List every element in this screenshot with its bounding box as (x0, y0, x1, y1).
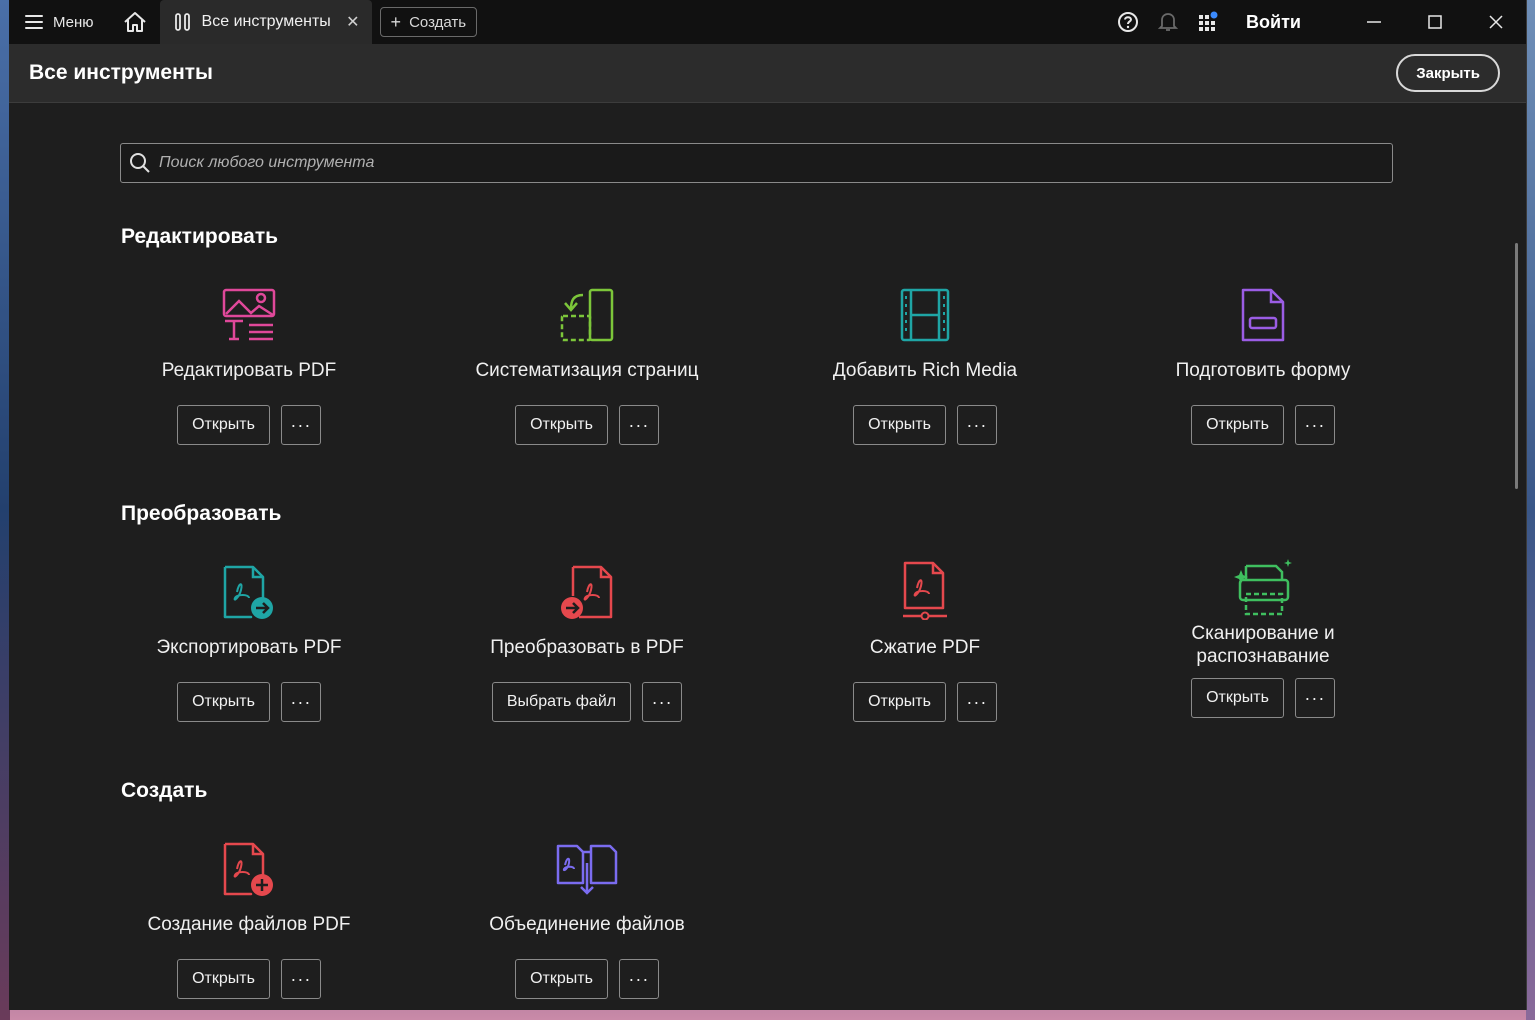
scan-ocr-icon (1234, 559, 1292, 616)
notifications-button[interactable] (1148, 0, 1188, 44)
tool-card-export-pdf: Экспортировать PDF Открыть ··· (99, 558, 399, 722)
more-options-button[interactable]: ··· (1294, 678, 1335, 718)
tool-label: Преобразовать в PDF (490, 637, 684, 658)
more-options-button[interactable]: ··· (956, 405, 997, 445)
export-pdf-icon (223, 565, 273, 619)
plus-icon: + (390, 12, 402, 32)
open-button[interactable]: Открыть (177, 405, 270, 445)
compress-pdf-icon (903, 561, 947, 620)
help-icon (1118, 12, 1139, 32)
maximize-button[interactable] (1404, 0, 1465, 44)
window-close-button[interactable] (1465, 0, 1526, 44)
home-button[interactable] (110, 0, 160, 44)
signin-button[interactable]: Войти (1228, 12, 1343, 33)
tool-card-edit-pdf: Редактировать PDF Открыть ··· (99, 281, 399, 445)
open-button[interactable]: Открыть (177, 959, 270, 999)
organize-pages-icon (560, 288, 614, 342)
panel-header: Все инструменты Закрыть (9, 44, 1526, 103)
combine-files-icon (556, 844, 618, 895)
create-button[interactable]: + Создать (379, 7, 478, 37)
tool-card-convert-to-pdf: Преобразовать в PDF Выбрать файл ··· (437, 558, 737, 722)
maximize-icon (1427, 15, 1442, 29)
create-label: Создать (409, 13, 467, 31)
tool-label: Подготовить форму (1175, 360, 1351, 381)
create-pdf-icon (223, 842, 273, 896)
convert-to-pdf-icon (561, 565, 613, 619)
help-button[interactable] (1108, 0, 1148, 44)
tool-card-compress-pdf: Сжатие PDF Открыть ··· (775, 558, 1075, 722)
tool-label: Объединение файлов (489, 914, 685, 935)
tool-card-rich-media: Добавить Rich Media Открыть ··· (775, 281, 1075, 445)
tool-card-prepare-form: Подготовить форму Открыть ··· (1113, 281, 1413, 445)
tab-close-icon[interactable]: ✕ (346, 12, 359, 32)
select-file-button[interactable]: Выбрать файл (491, 682, 632, 722)
apps-grid-icon (1199, 11, 1218, 31)
more-options-button[interactable]: ··· (618, 405, 659, 445)
more-options-button[interactable]: ··· (642, 682, 683, 722)
close-panel-button[interactable]: Закрыть (1396, 54, 1500, 92)
menu-label: Меню (53, 13, 94, 31)
open-button[interactable]: Открыть (1191, 678, 1284, 718)
section-title-convert: Преобразовать (121, 502, 282, 525)
tool-label: Сжатие PDF (869, 637, 981, 658)
tab-all-tools[interactable]: Все инструменты ✕ (159, 0, 372, 44)
open-button[interactable]: Открыть (177, 682, 270, 722)
minimize-icon (1366, 21, 1381, 23)
tool-label: Создание файлов PDF (147, 914, 351, 935)
home-icon (123, 12, 146, 32)
prepare-form-icon (1241, 288, 1285, 342)
edit-pdf-icon (222, 288, 276, 341)
app-window: Меню Все инструменты ✕ + Создать Войти В… (9, 0, 1527, 1010)
tools-content: Редактировать Редактировать PDF Открыть … (9, 103, 1526, 1009)
open-button[interactable]: Открыть (853, 405, 946, 445)
desktop-background-right (1526, 0, 1535, 1020)
more-options-button[interactable]: ··· (1294, 405, 1335, 445)
more-options-button[interactable]: ··· (280, 405, 321, 445)
tool-card-organize-pages: Систематизация страниц Открыть ··· (437, 281, 737, 445)
rich-media-icon (900, 288, 950, 342)
open-button[interactable]: Открыть (515, 405, 608, 445)
more-options-button[interactable]: ··· (280, 959, 321, 999)
tool-label: Добавить Rich Media (832, 360, 1018, 381)
title-bar: Меню Все инструменты ✕ + Создать Войти (9, 0, 1526, 44)
tools-icon (174, 13, 190, 31)
more-options-button[interactable]: ··· (280, 682, 321, 722)
menu-button[interactable]: Меню (9, 0, 110, 44)
bell-icon (1158, 13, 1179, 31)
tool-label: Редактировать PDF (161, 360, 337, 381)
section-title-edit: Редактировать (121, 225, 279, 248)
open-button[interactable]: Открыть (1191, 405, 1284, 445)
tool-card-create-pdf: Создание файлов PDF Открыть ··· (99, 835, 399, 999)
tab-label: Все инструменты (201, 13, 331, 30)
more-options-button[interactable]: ··· (618, 959, 659, 999)
open-button[interactable]: Открыть (853, 682, 946, 722)
hamburger-icon (25, 15, 43, 29)
section-title-create: Создать (121, 779, 208, 802)
more-options-button[interactable]: ··· (956, 682, 997, 722)
search-box[interactable] (120, 143, 1393, 183)
page-title: Все инструменты (29, 61, 213, 84)
apps-button[interactable] (1188, 0, 1228, 44)
search-input[interactable] (159, 154, 1359, 172)
minimize-button[interactable] (1343, 0, 1404, 44)
tool-label: Систематизация страниц (475, 360, 699, 381)
close-icon (1488, 15, 1503, 29)
search-icon (130, 153, 150, 173)
open-button[interactable]: Открыть (515, 959, 608, 999)
tool-label: Экспортировать PDF (156, 637, 342, 658)
tool-card-combine-files: Объединение файлов Открыть ··· (437, 835, 737, 999)
scrollbar[interactable] (1515, 243, 1518, 489)
tool-card-scan-ocr: Сканирование и распознавание Открыть ··· (1113, 558, 1413, 718)
tool-label: Сканирование и распознавание (1191, 623, 1335, 667)
